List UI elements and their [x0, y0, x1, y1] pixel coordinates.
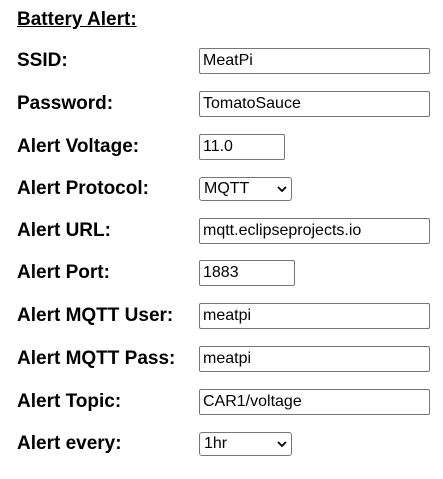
- password-label: Password:: [17, 93, 114, 114]
- alert-topic-input[interactable]: [199, 389, 430, 415]
- ssid-row: SSID:: [0, 47, 443, 75]
- alert-mqtt-pass-label: Alert MQTT Pass:: [17, 348, 176, 369]
- alert-every-select[interactable]: 1hr: [199, 432, 292, 456]
- password-row: Password:: [0, 90, 443, 118]
- alert-mqtt-user-label: Alert MQTT User:: [17, 305, 174, 326]
- alert-every-label: Alert every:: [17, 433, 122, 454]
- alert-voltage-label: Alert Voltage:: [17, 136, 140, 157]
- alert-every-selected-value: 1hr: [204, 435, 228, 452]
- ssid-input[interactable]: [199, 48, 430, 74]
- alert-protocol-row: Alert Protocol: MQTT: [0, 175, 443, 203]
- password-input[interactable]: [199, 91, 430, 117]
- chevron-down-icon: [277, 439, 287, 449]
- ssid-label: SSID:: [17, 50, 68, 71]
- alert-mqtt-pass-row: Alert MQTT Pass:: [0, 345, 443, 373]
- alert-url-row: Alert URL:: [0, 217, 443, 245]
- alert-protocol-selected-value: MQTT: [204, 180, 250, 197]
- alert-port-row: Alert Port:: [0, 259, 443, 287]
- alert-voltage-row: Alert Voltage:: [0, 133, 443, 161]
- alert-voltage-input[interactable]: [199, 134, 285, 160]
- alert-mqtt-pass-input[interactable]: [199, 346, 430, 372]
- alert-port-input[interactable]: [199, 260, 295, 286]
- section-title-battery-alert: Battery Alert:: [17, 9, 137, 30]
- alert-protocol-label: Alert Protocol:: [17, 178, 149, 199]
- alert-port-label: Alert Port:: [17, 262, 110, 283]
- alert-every-row: Alert every: 1hr: [0, 430, 443, 458]
- alert-topic-row: Alert Topic:: [0, 388, 443, 416]
- alert-protocol-select[interactable]: MQTT: [199, 177, 292, 201]
- alert-mqtt-user-input[interactable]: [199, 303, 430, 329]
- alert-mqtt-user-row: Alert MQTT User:: [0, 302, 443, 330]
- alert-topic-label: Alert Topic:: [17, 391, 122, 412]
- chevron-down-icon: [277, 184, 287, 194]
- alert-url-input[interactable]: [199, 218, 430, 244]
- alert-url-label: Alert URL:: [17, 220, 111, 241]
